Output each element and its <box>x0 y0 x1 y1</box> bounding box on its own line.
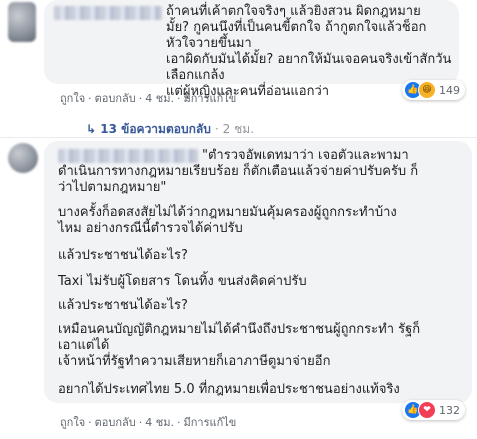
reply-action[interactable]: ตอบกลับ <box>95 89 136 107</box>
comment-actions: ถูกใจ · ตอบกลับ · 4 ชม. · มีการแก้ไข <box>60 89 236 107</box>
paragraph-6: อยากได้ประเทศไทย 5.0 ที่กฎหมายเพื่อประชา… <box>58 382 400 397</box>
like-action[interactable]: ถูกใจ <box>60 89 85 107</box>
paragraph-5: เหมือนคนบัญญัติกฎหมายไม่ได้คำนึงถึงประชา… <box>58 322 421 369</box>
reaction-summary[interactable]: 👍 😆 149 <box>402 80 465 100</box>
comment-actions-2: ถูกใจ · ตอบกลับ · 4 ชม. · มีการแก้ไข <box>60 413 236 431</box>
comment-time[interactable]: 4 ชม. <box>145 89 174 107</box>
love-icon: ❤ <box>418 401 436 419</box>
haha-icon: 😆 <box>418 81 436 99</box>
paragraph-4: แล้วประชาชนได้อะไร? <box>58 298 188 313</box>
comment-time-2[interactable]: 4 ชม. <box>145 413 174 431</box>
commenter-avatar-2[interactable] <box>8 143 38 173</box>
commenter-name[interactable] <box>54 6 162 20</box>
like-action-2[interactable]: ถูกใจ <box>60 413 85 431</box>
commenter-avatar[interactable] <box>8 2 36 42</box>
paragraph-3: Taxi ไม่รับผู้โดยสาร โดนทิ้ง ขนส่งคิดค่า… <box>58 274 307 289</box>
paragraph-1: บางครั้งก็อดสงสัยไม่ได้ว่ากฎหมายมันคุ้มค… <box>58 205 397 236</box>
edited-label[interactable]: มีการแก้ไข <box>183 89 236 107</box>
comment-divider <box>0 137 477 138</box>
paragraph-2: แล้วประชาชนได้อะไร? <box>58 248 188 263</box>
quoted-text: "ตำรวจอัพเดทมาว่า เจอตัวและพามา ดำเนินกา… <box>58 148 419 195</box>
reply-arrow-icon: ↳ <box>86 122 97 136</box>
reaction-count: 149 <box>439 83 460 97</box>
reaction-summary-2[interactable]: 👍 ❤ 132 <box>402 400 465 420</box>
reaction-count-2: 132 <box>439 403 460 417</box>
reply-action-2[interactable]: ตอบกลับ <box>95 413 136 431</box>
edited-label-2[interactable]: มีการแก้ไข <box>183 413 236 431</box>
